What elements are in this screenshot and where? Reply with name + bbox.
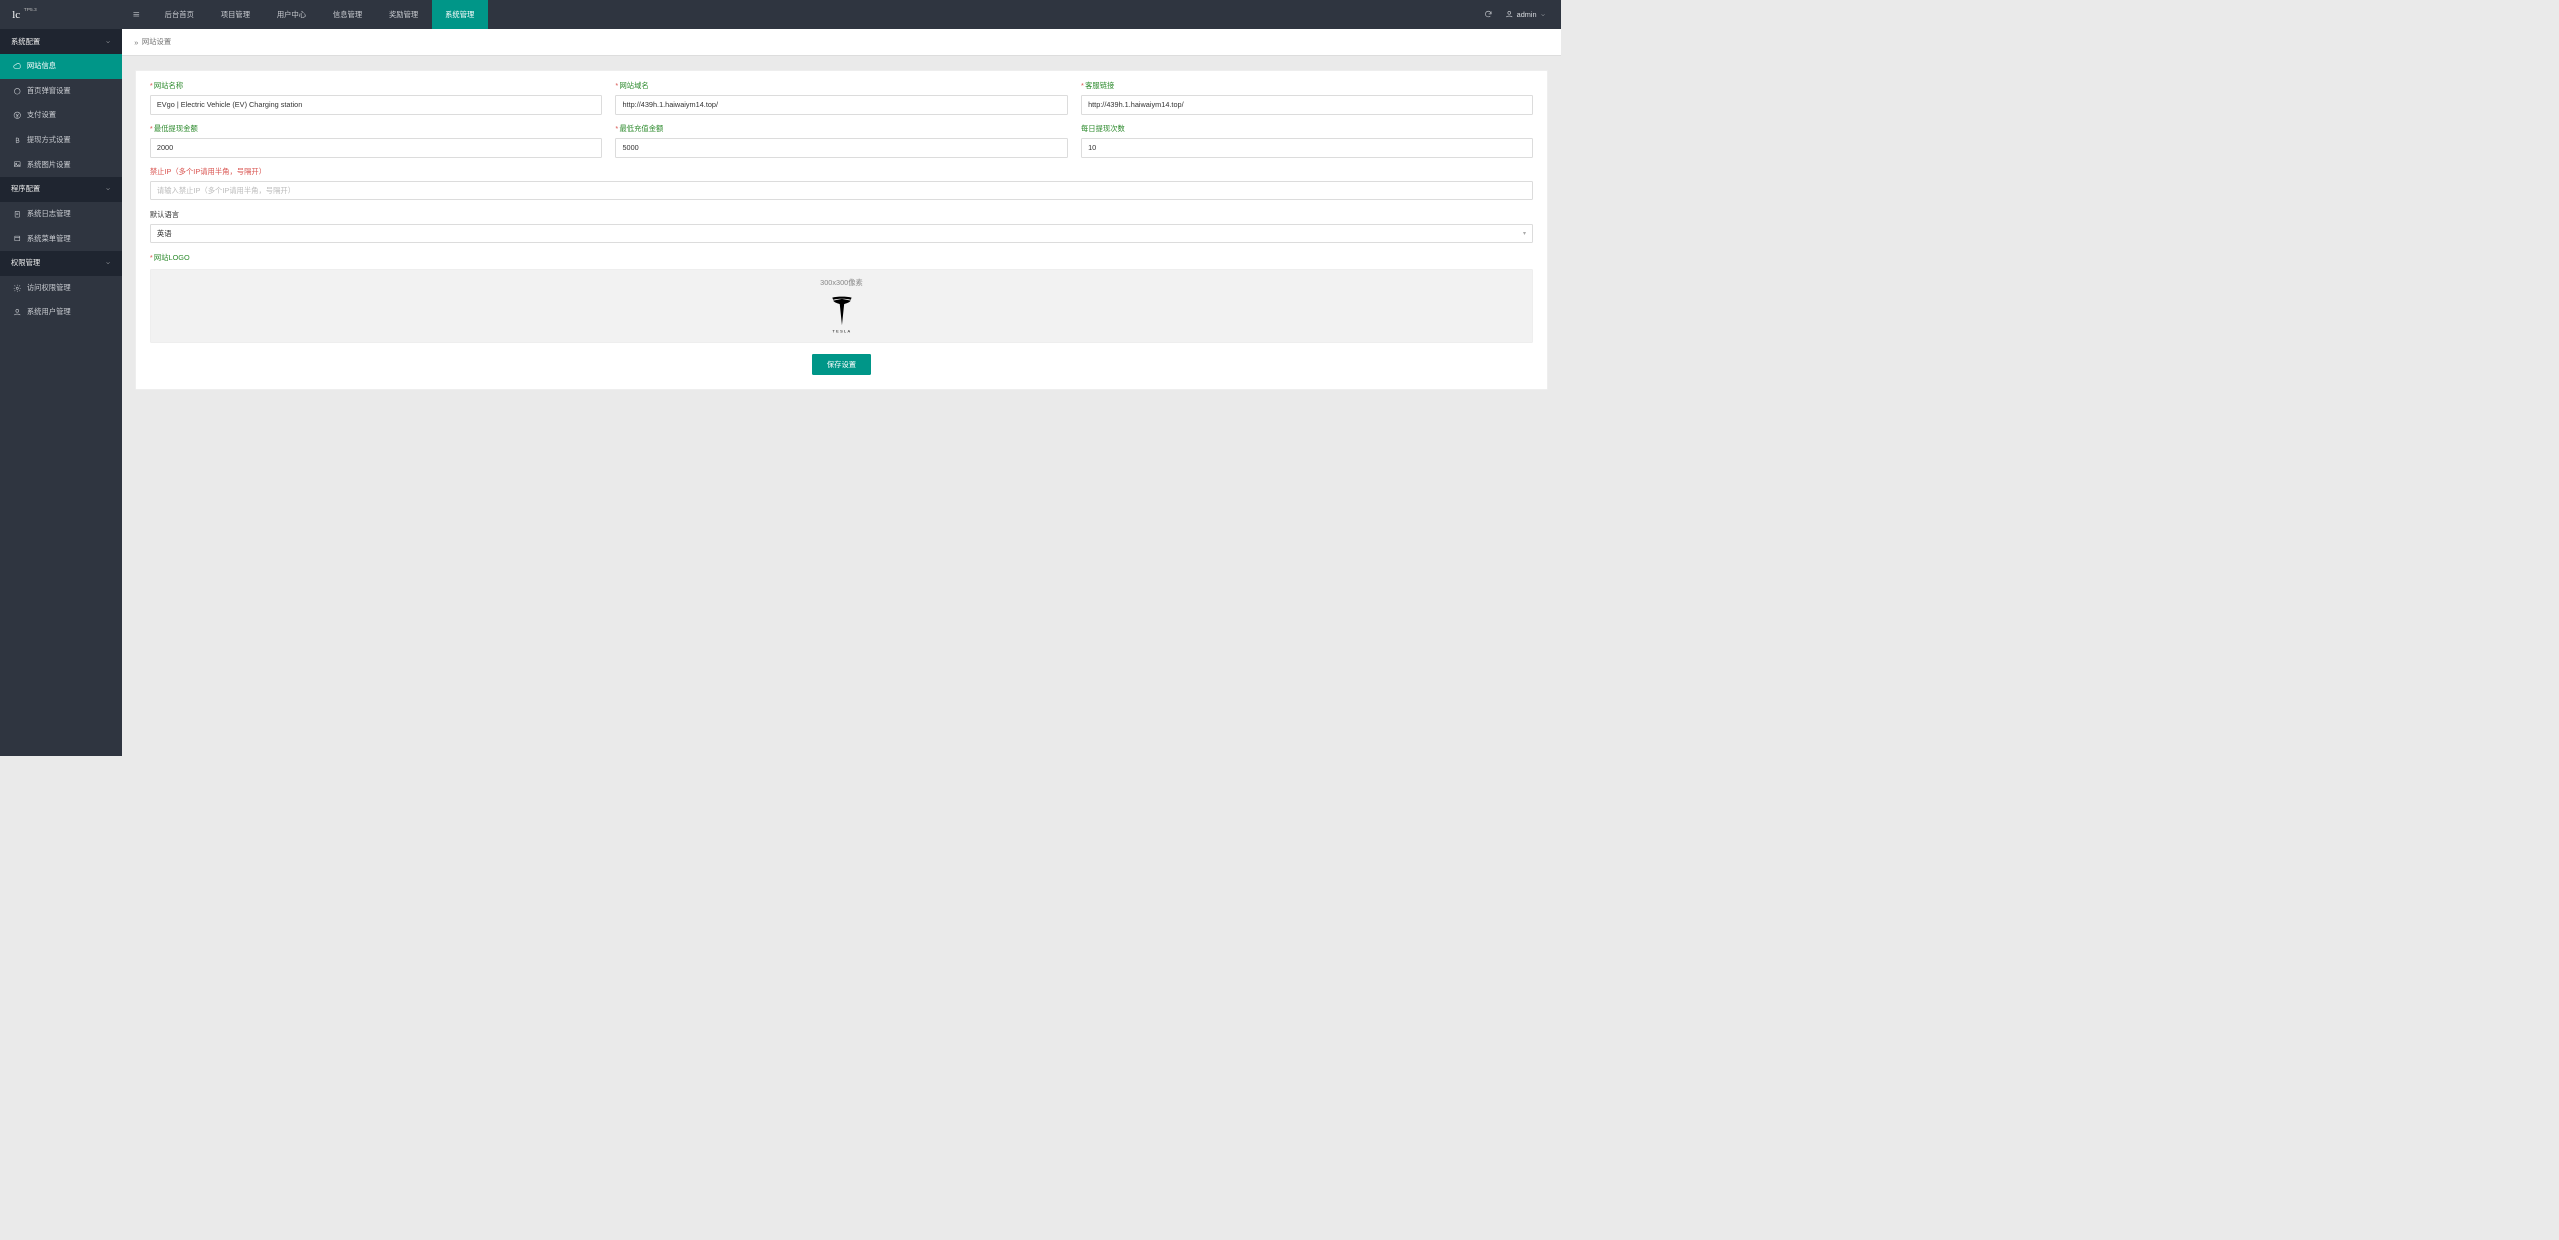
sidebar: 系统配置 网站信息 首页弹窗设置 支付设置 提现方式设置 系统图片设置 程序配置 (0, 29, 122, 756)
logo-text: TESLA (832, 329, 851, 334)
nav-reward[interactable]: 奖励管理 (376, 0, 432, 29)
sidebar-group-permission[interactable]: 权限管理 (0, 251, 122, 276)
sidebar-item-system-menu[interactable]: 系统菜单管理 (0, 226, 122, 251)
select-lang[interactable]: 英语 ▾ (150, 224, 1533, 244)
label-site-domain: 网站域名 (619, 81, 648, 90)
sidebar-item-site-info[interactable]: 网站信息 (0, 54, 122, 79)
sidebar-item-access-permission[interactable]: 访问权限管理 (0, 276, 122, 301)
input-cs-link[interactable] (1081, 95, 1533, 115)
sidebar-group-system-config[interactable]: 系统配置 (0, 29, 122, 54)
input-ban-ip[interactable] (150, 181, 1533, 201)
label-min-withdraw: 最低提现金额 (154, 124, 198, 133)
user-icon (1505, 10, 1514, 19)
refresh-icon[interactable] (1484, 10, 1493, 19)
circle-icon (13, 87, 22, 96)
sidebar-item-system-user[interactable]: 系统用户管理 (0, 300, 122, 325)
nav-home[interactable]: 后台首页 (151, 0, 207, 29)
chevron-down-icon (105, 186, 111, 192)
label-lang: 默认语言 (150, 210, 179, 219)
brand-logo: lc TP5.3 (0, 9, 122, 21)
image-icon (13, 160, 22, 169)
input-daily-withdraw[interactable] (1081, 138, 1533, 158)
sidebar-item-withdraw-method[interactable]: 提现方式设置 (0, 128, 122, 153)
bitcoin-icon (13, 136, 22, 145)
document-icon (13, 210, 22, 219)
input-min-deposit[interactable] (615, 138, 1067, 158)
nav-system[interactable]: 系统管理 (432, 0, 488, 29)
chevron-down-icon (105, 260, 111, 266)
sidebar-item-system-image[interactable]: 系统图片设置 (0, 152, 122, 177)
label-cs-link: 客服链接 (1085, 81, 1114, 90)
input-site-domain[interactable] (615, 95, 1067, 115)
breadcrumb-current: 网站设置 (142, 37, 171, 47)
gear-icon (13, 284, 22, 293)
chevron-down-icon (105, 39, 111, 45)
cloud-icon (13, 62, 22, 71)
sidebar-item-popup[interactable]: 首页弹窗设置 (0, 79, 122, 104)
user-menu[interactable]: admin (1505, 10, 1546, 19)
label-site-name: 网站名称 (154, 81, 183, 90)
nav-user[interactable]: 用户中心 (263, 0, 319, 29)
logo-image[interactable]: TESLA (820, 291, 864, 335)
settings-card: *网站名称 *网站域名 *客服链接 *最低提现金额 (135, 70, 1547, 390)
input-min-withdraw[interactable] (150, 138, 602, 158)
save-button[interactable]: 保存设置 (812, 354, 871, 375)
logo-size-hint: 300x300像素 (820, 278, 863, 288)
user-icon (13, 308, 22, 317)
label-ban-ip-hint: （多个IP请用半角，号隔开） (171, 167, 266, 176)
label-ban-ip: 禁止IP (150, 167, 172, 176)
sidebar-item-payment[interactable]: 支付设置 (0, 103, 122, 128)
chevron-down-icon: ▾ (1523, 230, 1526, 237)
breadcrumb: » 网站设置 (122, 29, 1561, 56)
user-name: admin (1517, 10, 1537, 19)
sidebar-toggle-icon[interactable] (122, 10, 151, 19)
top-nav: 后台首页 项目管理 用户中心 信息管理 奖励管理 系统管理 (151, 0, 487, 29)
input-site-name[interactable] (150, 95, 602, 115)
sidebar-item-system-log[interactable]: 系统日志管理 (0, 202, 122, 227)
yen-icon (13, 111, 22, 120)
breadcrumb-sep: » (134, 38, 138, 47)
calendar-icon (13, 234, 22, 243)
chevron-down-icon (1540, 12, 1546, 18)
nav-info[interactable]: 信息管理 (320, 0, 376, 29)
select-lang-value: 英语 (157, 229, 172, 239)
logo-upload-area: 300x300像素 TESLA (150, 269, 1533, 343)
label-daily-withdraw: 每日提现次数 (1081, 124, 1125, 133)
brand-version: TP5.3 (24, 8, 37, 13)
nav-project[interactable]: 项目管理 (207, 0, 263, 29)
sidebar-group-program-config[interactable]: 程序配置 (0, 177, 122, 202)
label-min-deposit: 最低充值金额 (619, 124, 663, 133)
label-logo: 网站LOGO (154, 253, 190, 262)
brand-name: lc (12, 9, 20, 21)
